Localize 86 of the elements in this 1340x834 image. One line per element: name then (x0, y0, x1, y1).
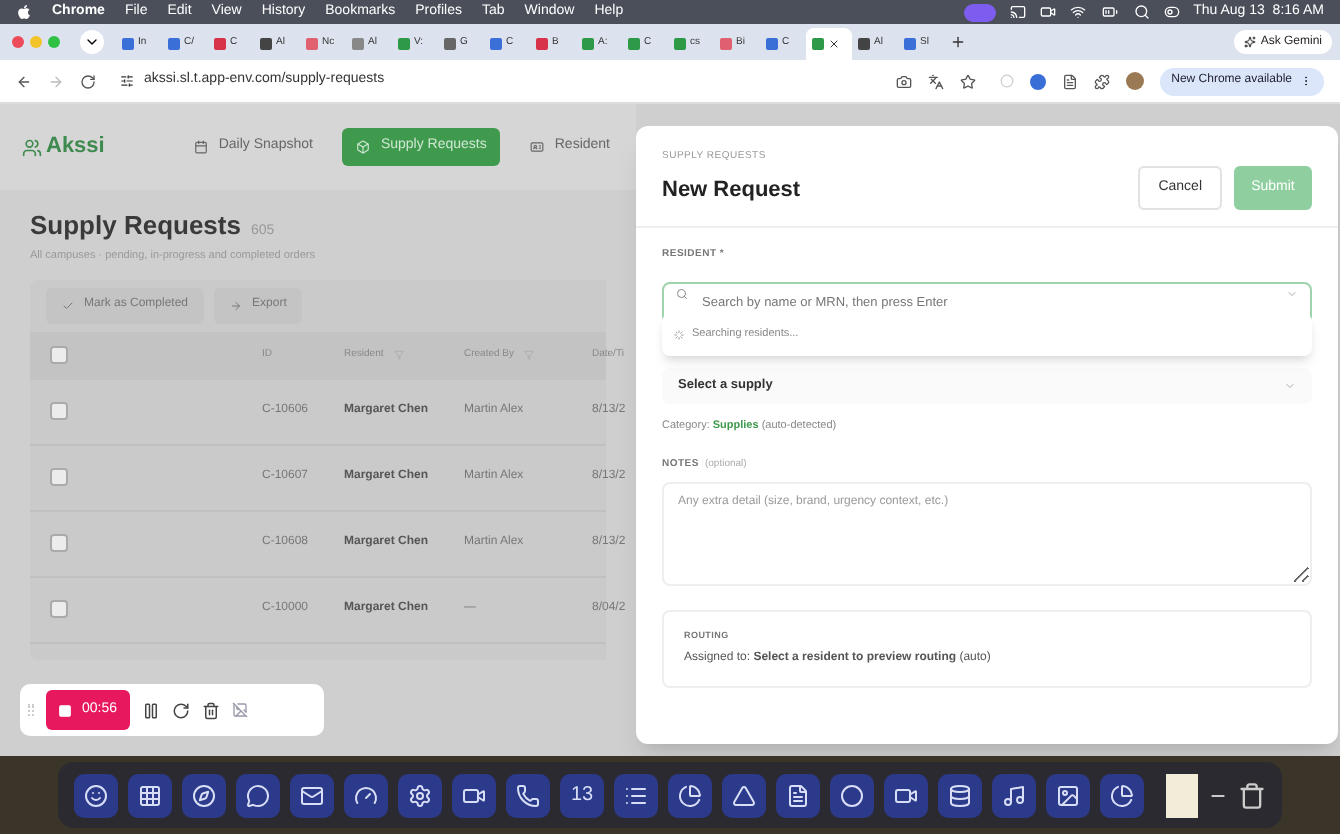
restart-icon[interactable] (171, 701, 190, 719)
checkbox[interactable] (50, 600, 68, 619)
document-thumbnail[interactable] (1166, 773, 1198, 817)
pie-chart-icon (1110, 783, 1134, 807)
gauge-icon (354, 783, 378, 807)
close-tab-icon[interactable] (828, 38, 840, 50)
page-title: Supply Requests (30, 208, 241, 244)
dock-app-button[interactable] (236, 773, 280, 817)
nav-icon (194, 140, 209, 154)
dock-app-button[interactable] (992, 773, 1036, 817)
dock-app-button[interactable] (506, 773, 550, 817)
chevron-down-icon (84, 34, 100, 50)
file-icon (786, 783, 810, 807)
circle-icon (840, 783, 864, 807)
check-icon (62, 299, 74, 312)
dock-app-button[interactable] (74, 773, 118, 817)
image-icon (1056, 783, 1080, 807)
bookmark-star-icon[interactable] (959, 73, 976, 89)
back-icon[interactable] (16, 73, 32, 89)
chat-bubble-icon (246, 783, 270, 807)
dock-app-button[interactable] (938, 773, 982, 817)
dock-app-button[interactable] (776, 773, 820, 817)
new-tab-icon[interactable] (950, 34, 966, 50)
camera-off-icon[interactable] (231, 702, 248, 718)
triangle-icon (732, 783, 756, 807)
gear-icon (408, 783, 432, 807)
dock-app-button[interactable] (398, 773, 442, 817)
close-window-icon[interactable] (12, 36, 24, 48)
pause-icon[interactable] (141, 701, 160, 719)
extensions-icon[interactable] (1093, 73, 1110, 89)
dock-app-button[interactable] (290, 773, 334, 817)
chevron-down-icon (1284, 379, 1296, 391)
database-icon (948, 783, 972, 807)
stop-icon (58, 703, 72, 717)
checkbox[interactable] (50, 402, 68, 421)
phone-icon (516, 783, 540, 807)
profile-avatar[interactable] (1125, 72, 1144, 90)
arrow-right-icon (230, 299, 243, 312)
compass-icon (192, 783, 216, 807)
drag-handle-icon[interactable] (28, 704, 34, 716)
tab-search-button[interactable] (80, 30, 104, 54)
dock-app-button[interactable] (182, 773, 226, 817)
apple-icon[interactable] (16, 4, 32, 20)
document-icon[interactable] (1061, 73, 1078, 89)
video-camera-icon (462, 783, 486, 807)
dock-app-button[interactable] (722, 773, 766, 817)
logo-icon (22, 137, 42, 157)
nav-icon (356, 140, 371, 154)
dock-app-button[interactable] (614, 773, 658, 817)
search-icon[interactable] (1133, 4, 1150, 20)
dock-app-button[interactable] (128, 773, 172, 817)
trash-can-icon[interactable] (1238, 777, 1266, 813)
trash-icon[interactable] (201, 701, 220, 719)
grid-icon (138, 783, 162, 807)
dock-app-button[interactable] (1100, 773, 1144, 817)
face-icon (84, 783, 108, 807)
dock-app-button[interactable] (884, 773, 928, 817)
checkbox[interactable] (50, 468, 68, 487)
battery-icon[interactable] (1099, 4, 1120, 20)
video-camera-icon (894, 783, 918, 807)
pie-chart-icon (678, 783, 702, 807)
screen-icon[interactable] (1009, 4, 1026, 20)
dock-app-button[interactable] (668, 773, 712, 817)
dock-app-button[interactable] (452, 773, 496, 817)
wifi-icon[interactable] (1069, 4, 1086, 20)
logo-text: Akssi (46, 132, 105, 163)
site-settings-icon (120, 74, 134, 88)
dock-app-button[interactable] (344, 773, 388, 817)
calendar-app-button[interactable]: 13 (560, 773, 604, 817)
lens-icon[interactable] (895, 73, 912, 89)
nav-icon (530, 140, 545, 154)
envelope-icon (300, 783, 324, 807)
sparkle-icon (1244, 36, 1257, 48)
chevron-down-icon (1286, 287, 1298, 299)
reload-icon[interactable] (80, 73, 96, 89)
checkbox[interactable] (50, 534, 68, 553)
modal-title: New Request (662, 175, 801, 205)
checkbox[interactable] (50, 346, 68, 365)
video-camera-icon[interactable] (1039, 4, 1056, 20)
search-icon (676, 287, 688, 299)
dock-app-button[interactable] (830, 773, 874, 817)
music-note-icon (1002, 783, 1026, 807)
dock-app-button[interactable] (1046, 773, 1090, 817)
translate-icon[interactable] (927, 73, 944, 89)
browser-tab[interactable] (806, 28, 852, 60)
control-center-icon[interactable] (1163, 4, 1180, 20)
